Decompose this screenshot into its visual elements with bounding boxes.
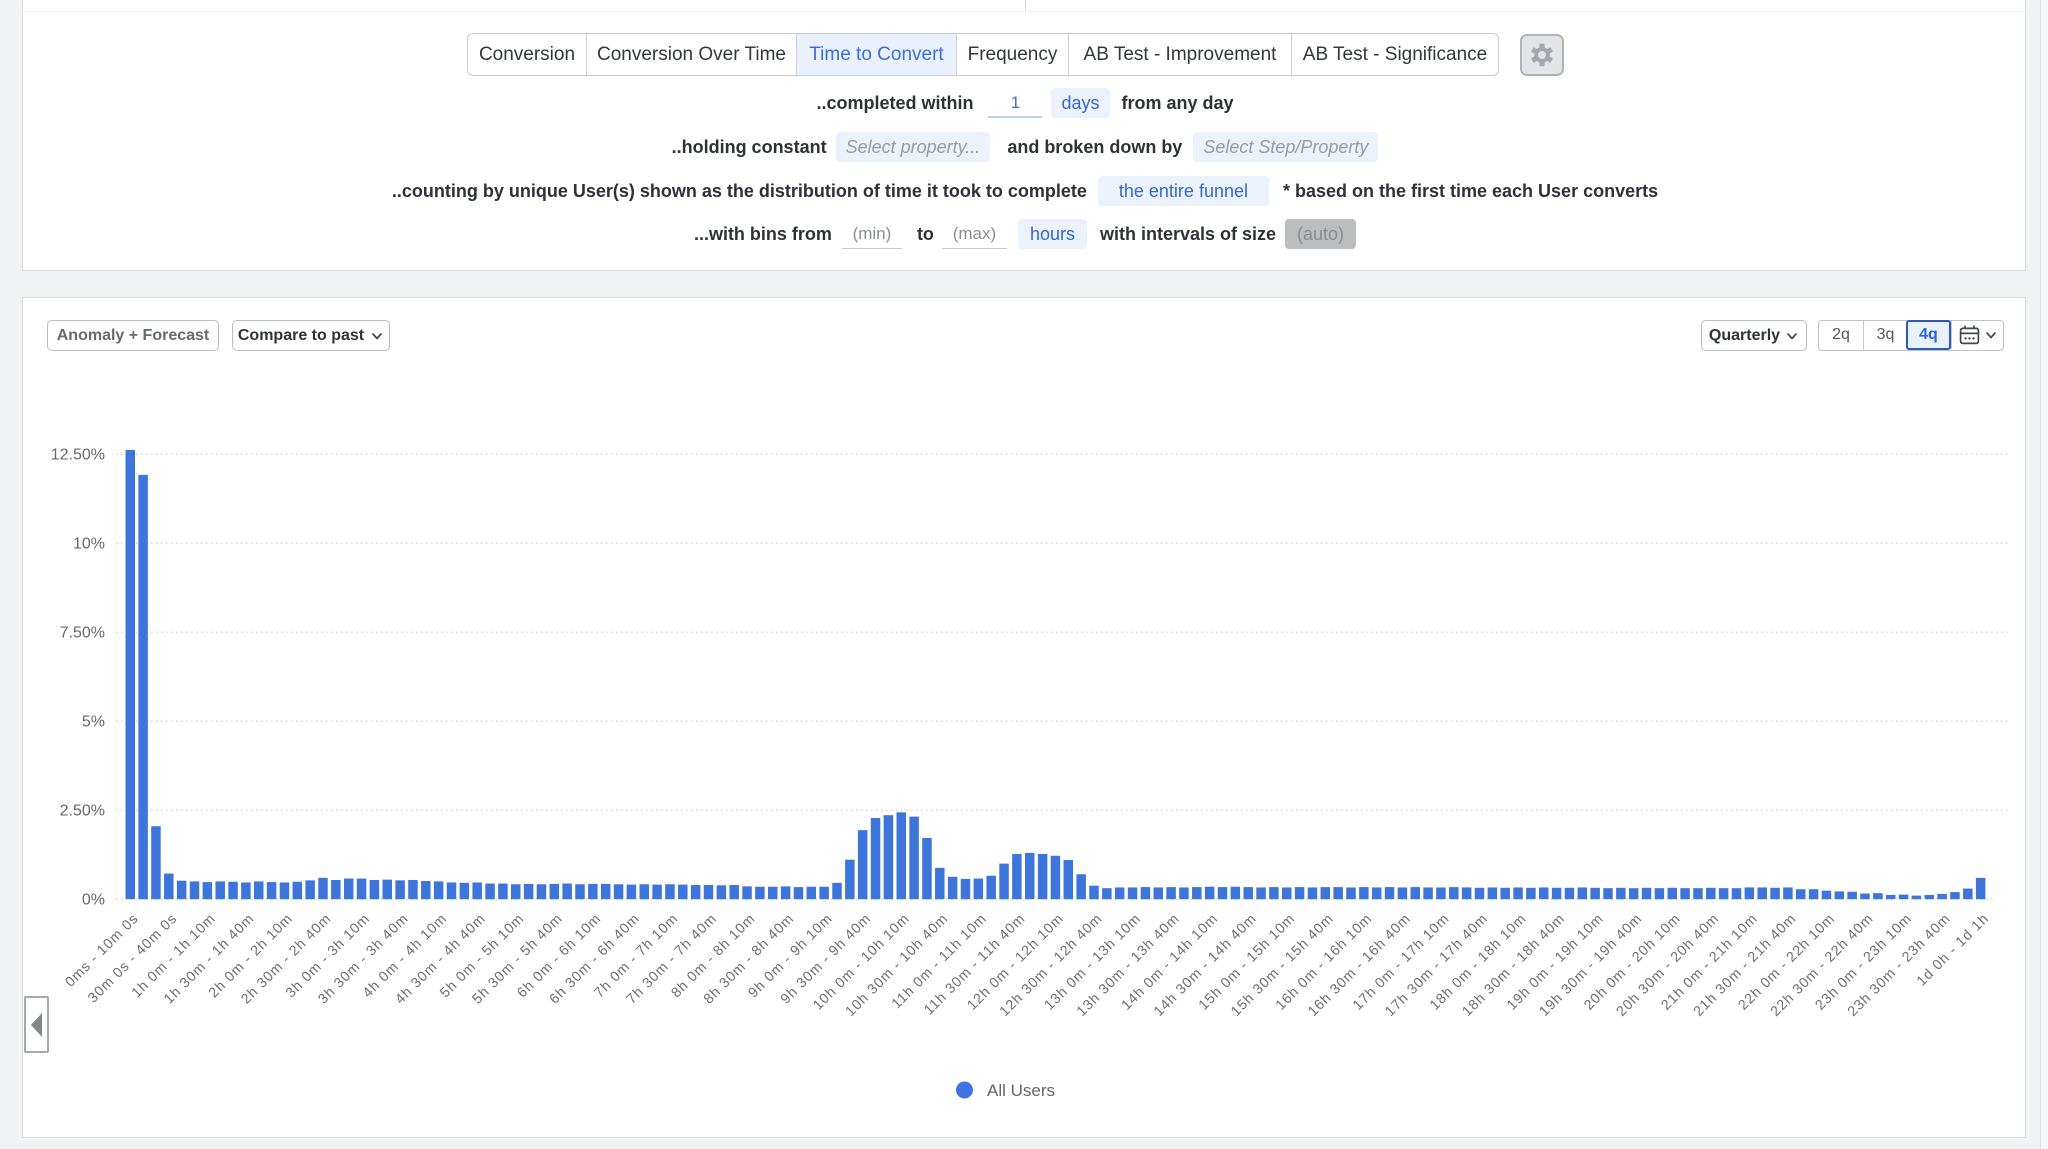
svg-text:0%: 0% xyxy=(82,892,105,909)
svg-text:5%: 5% xyxy=(82,714,105,731)
svg-text:All Users: All Users xyxy=(987,1081,1055,1100)
svg-text:12.50%: 12.50% xyxy=(51,447,105,464)
svg-text:10%: 10% xyxy=(73,536,105,553)
svg-text:2.50%: 2.50% xyxy=(60,803,105,820)
svg-text:7.50%: 7.50% xyxy=(60,625,105,642)
